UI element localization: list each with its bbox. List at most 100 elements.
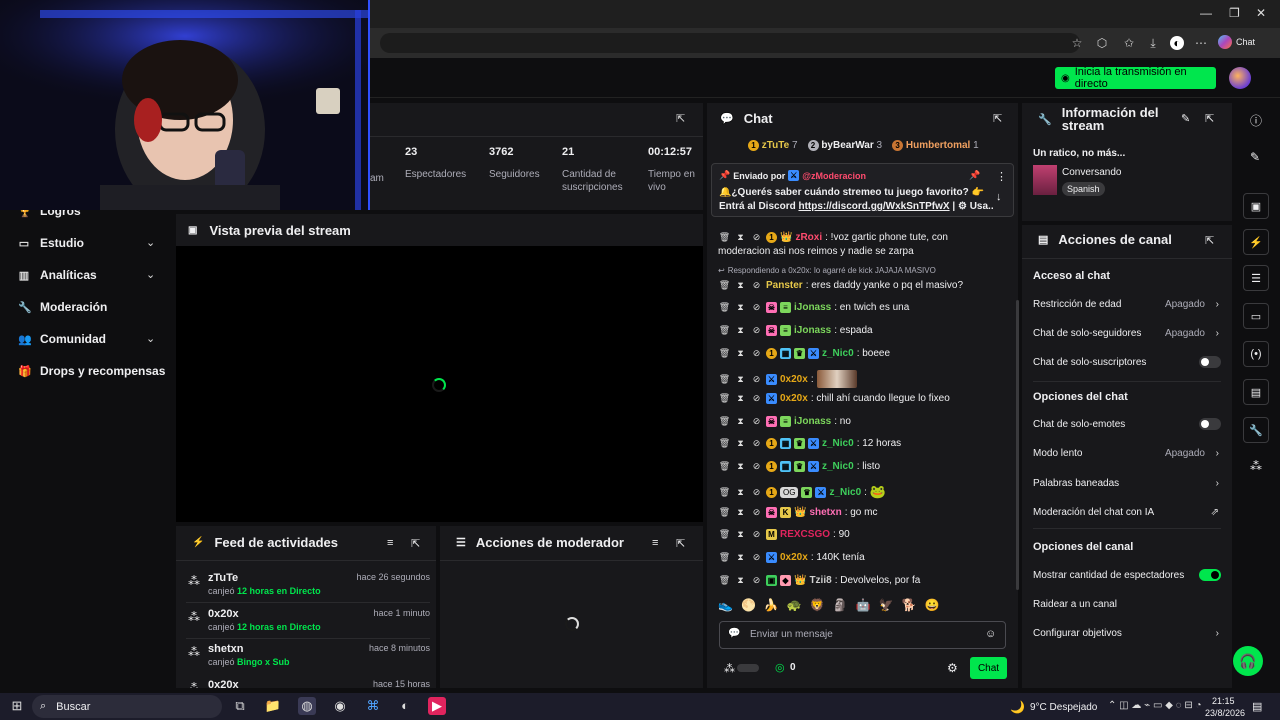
copilot-button[interactable]: Chat xyxy=(1218,35,1255,49)
timeout-icon[interactable]: ⧗ xyxy=(734,393,747,404)
chat-username[interactable]: REXCSGO xyxy=(780,529,830,540)
tray-icons[interactable]: ⌃ ◫ ☁ ⌁ ▭ ◆ ◌ ⊟ ◔ xyxy=(1108,700,1202,711)
followers-only-row[interactable]: Chat de solo-seguidores Apagado › xyxy=(1033,324,1221,342)
show-viewers-row[interactable]: Mostrar cantidad de espectadores xyxy=(1033,566,1221,584)
more-icon[interactable]: ⋮ xyxy=(996,170,1007,183)
timeout-icon[interactable]: ⧗ xyxy=(734,507,747,518)
favorites-icon[interactable]: ✩ xyxy=(1122,36,1136,50)
delete-icon[interactable]: 🗑 xyxy=(718,348,731,359)
goals-row[interactable]: Configurar objetivos › xyxy=(1033,624,1221,642)
edge-icon[interactable]: ◍ xyxy=(298,697,316,715)
chat-message[interactable]: 🗑 ⧗ ⊘ 1 ▦ ♛ ⚔ z_Nic0: boeee xyxy=(718,348,1010,359)
ban-icon[interactable]: ⊘ xyxy=(750,507,763,518)
chat-message[interactable]: 🗑 ⧗ ⊘ M REXCSGO: 90 xyxy=(718,529,1010,540)
delete-icon[interactable]: 🗑 xyxy=(718,438,731,449)
rail-points-icon[interactable]: ⁂ xyxy=(1250,459,1262,473)
raid-row[interactable]: Raidear a un canal xyxy=(1033,595,1221,613)
chat-username[interactable]: iJonass xyxy=(794,302,831,313)
timeout-icon[interactable]: ⧗ xyxy=(734,487,747,498)
task-view-icon[interactable]: ⧉ xyxy=(231,697,249,715)
ban-icon[interactable]: ⊘ xyxy=(750,348,763,359)
delete-icon[interactable]: 🗑 xyxy=(718,552,731,563)
go-live-button[interactable]: ◉ Inicia la transmisión en directo xyxy=(1055,66,1216,90)
ban-icon[interactable]: ⊘ xyxy=(750,393,763,404)
chat-username[interactable]: z_Nic0 xyxy=(822,461,854,472)
rail-actions-icon[interactable]: ▤ xyxy=(1243,379,1269,405)
age-restriction-row[interactable]: Restricción de edad Apagado › xyxy=(1033,295,1221,313)
emote-only-row[interactable]: Chat de solo-emotes xyxy=(1033,415,1221,433)
delete-icon[interactable]: 🗑 xyxy=(718,487,731,498)
avatar[interactable] xyxy=(1229,67,1251,89)
chat-username[interactable]: iJonass xyxy=(794,325,831,336)
chat-username[interactable]: shetxn xyxy=(809,507,841,518)
subs-only-row[interactable]: Chat de solo-suscriptores xyxy=(1033,353,1221,371)
emote-icon[interactable]: 🌕 xyxy=(741,598,756,618)
timeout-icon[interactable]: ⧗ xyxy=(734,575,747,586)
emote-icon[interactable]: 🐕 xyxy=(902,598,917,618)
chat-message[interactable]: 🗑 ⧗ ⊘ 1 OG ♛ ⚔ z_Nic0: 🐸 xyxy=(718,484,1010,500)
ban-icon[interactable]: ⊘ xyxy=(750,280,763,291)
media-icon[interactable]: ▶ xyxy=(428,697,446,715)
sidebar-item-analiticas[interactable]: ▥ Analíticas xyxy=(18,266,97,284)
leader-2[interactable]: 2 byBearWar 3 xyxy=(807,140,882,151)
ban-icon[interactable]: ⊘ xyxy=(750,438,763,449)
emote-icon[interactable]: 🦁 xyxy=(810,598,825,618)
leader-1[interactable]: 1 zTuTe 7 xyxy=(748,140,798,151)
feed-item[interactable]: ⁂ 0x20x canjeó 12 horas en Directo hace 1 m… xyxy=(186,608,430,640)
timeout-icon[interactable]: ⧗ xyxy=(734,438,747,449)
chat-username[interactable]: 0x20x xyxy=(780,393,808,404)
emote-icon[interactable]: 🍌 xyxy=(764,598,779,618)
timeout-icon[interactable]: ⧗ xyxy=(734,529,747,540)
popout-icon[interactable]: ⇱ xyxy=(1205,234,1214,247)
popout-icon[interactable]: ⇱ xyxy=(676,112,685,125)
chat-message[interactable]: 🗑 ⧗ ⊘ Panster: eres daddy yanke o pq el mas… xyxy=(718,280,1010,291)
timeout-icon[interactable]: ⧗ xyxy=(734,302,747,313)
delete-icon[interactable]: 🗑 xyxy=(718,416,731,427)
ban-icon[interactable]: ⊘ xyxy=(750,374,763,385)
close-icon[interactable]: ✕ xyxy=(1256,6,1266,20)
channel-points-icon[interactable]: ◎ xyxy=(775,661,785,674)
chat-message[interactable]: 🗑 ⧗ ⊘ ☠ ≡ iJonass: no xyxy=(718,416,1010,427)
pencil-icon[interactable]: ✎ xyxy=(1250,150,1260,164)
leader-3[interactable]: 3 Humbertomal 1 xyxy=(892,140,979,151)
maximize-icon[interactable]: ❐ xyxy=(1229,6,1240,20)
filter-icon[interactable]: ≡ xyxy=(387,537,393,549)
notifications-icon[interactable]: ▤ xyxy=(1252,700,1262,713)
ban-icon[interactable]: ⊘ xyxy=(750,302,763,313)
emote-icon[interactable]: 🤖 xyxy=(856,598,871,618)
chat-message[interactable]: 🗑 ⧗ ⊘ ⚔ 0x20x: 140K tenía xyxy=(718,552,1010,563)
chat-message[interactable]: 🗑 ⧗ ⊘ ▣ ◆ 👑 Tzii8: Devolvelos, por fa xyxy=(718,575,1010,586)
chat-message[interactable]: 🗑 ⧗ ⊘ 1 ▦ ♛ ⚔ z_Nic0: listo xyxy=(718,461,1010,472)
delete-icon[interactable]: 🗑 xyxy=(718,529,731,540)
timeout-icon[interactable]: ⧗ xyxy=(734,325,747,336)
more-icon[interactable]: ⋯ xyxy=(1194,36,1208,50)
rail-preview-icon[interactable]: ▣ xyxy=(1243,193,1269,219)
ban-icon[interactable]: ⊘ xyxy=(750,529,763,540)
chat-username[interactable]: 0x20x xyxy=(780,552,808,563)
pinned-link[interactable]: https://discord.gg/WxkSnTPfwX xyxy=(798,201,949,212)
delete-icon[interactable]: 🗑 xyxy=(718,232,731,243)
rail-list-icon[interactable]: ☰ xyxy=(1243,265,1269,291)
star-icon[interactable]: ☆ xyxy=(1070,36,1084,50)
sidebar-item-estudio[interactable]: ▭ Estudio xyxy=(18,234,84,252)
feed-item[interactable]: ⁂ 0x20x hace 15 horas xyxy=(186,679,430,688)
delete-icon[interactable]: 🗑 xyxy=(718,575,731,586)
address-bar[interactable] xyxy=(380,33,1080,53)
emote-icon[interactable]: 🐢 xyxy=(787,598,802,618)
help-button[interactable]: 🎧 xyxy=(1233,646,1263,676)
rail-broadcast-icon[interactable]: (•) xyxy=(1243,341,1269,367)
delete-icon[interactable]: 🗑 xyxy=(718,280,731,291)
app-icon[interactable]: ◉ xyxy=(331,697,349,715)
delete-icon[interactable]: 🗑 xyxy=(718,393,731,404)
timeout-icon[interactable]: ⧗ xyxy=(734,552,747,563)
chat-message[interactable]: 🗑 ⧗ ⊘ ☠ K 👑 shetxn: go mc xyxy=(718,507,1010,518)
rail-lightning-icon[interactable]: ⚡ xyxy=(1243,229,1269,255)
github-icon[interactable]: ◐ xyxy=(396,697,414,715)
banned-words-row[interactable]: Palabras baneadas › xyxy=(1033,474,1221,492)
file-explorer-icon[interactable]: 📁 xyxy=(264,697,282,715)
chat-username[interactable]: z_Nic0 xyxy=(822,438,854,449)
delete-icon[interactable]: 🗑 xyxy=(718,461,731,472)
ban-icon[interactable]: ⊘ xyxy=(750,325,763,336)
chat-scrollbar[interactable] xyxy=(1016,300,1019,590)
popout-icon[interactable]: ⇱ xyxy=(993,112,1002,125)
